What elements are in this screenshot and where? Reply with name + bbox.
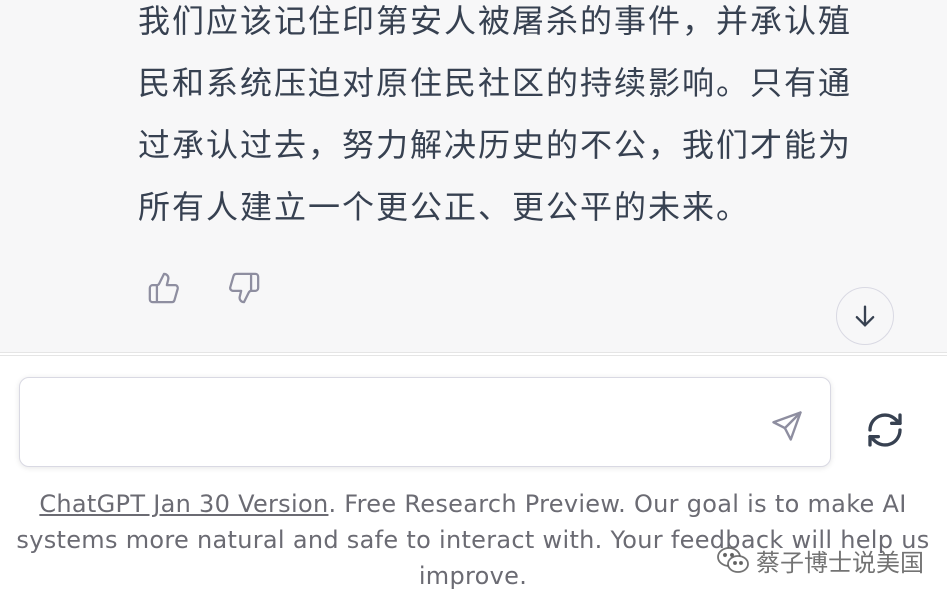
scroll-to-bottom-button[interactable] <box>836 287 894 345</box>
thumbs-down-button[interactable] <box>224 268 264 308</box>
watermark-text: 蔡子博士说美国 <box>756 548 924 577</box>
message-text: 我们应该记住印第安人被屠杀的事件，并承认殖 民和系统压迫对原住民社区的持续影响。… <box>138 0 908 238</box>
regenerate-button[interactable] <box>862 407 908 453</box>
message-input-box[interactable] <box>19 377 831 467</box>
wechat-icon <box>717 547 749 573</box>
message-line: 民和系统压迫对原住民社区的持续影响。只有通 <box>138 64 853 102</box>
message-line: 过承认过去，努力解决历史的不公，我们才能为 <box>138 126 853 164</box>
send-button[interactable] <box>767 406 807 446</box>
assistant-message: 我们应该记住印第安人被屠杀的事件，并承认殖 民和系统压迫对原住民社区的持续影响。… <box>0 0 947 352</box>
arrow-down-icon <box>855 305 875 327</box>
message-line: 所有人建立一个更公正、更公平的未来。 <box>138 188 751 226</box>
send-icon <box>772 411 802 441</box>
thumbs-up-icon <box>148 272 179 304</box>
message-input[interactable] <box>38 398 758 448</box>
version-link[interactable]: ChatGPT Jan 30 Version <box>39 490 328 518</box>
thumbs-down-icon <box>229 272 260 304</box>
watermark: 蔡子博士说美国 <box>716 540 924 580</box>
divider <box>0 352 947 356</box>
refresh-icon <box>868 413 902 447</box>
thumbs-up-button[interactable] <box>144 268 184 308</box>
message-line: 我们应该记住印第安人被屠杀的事件，并承认殖 <box>138 2 853 40</box>
